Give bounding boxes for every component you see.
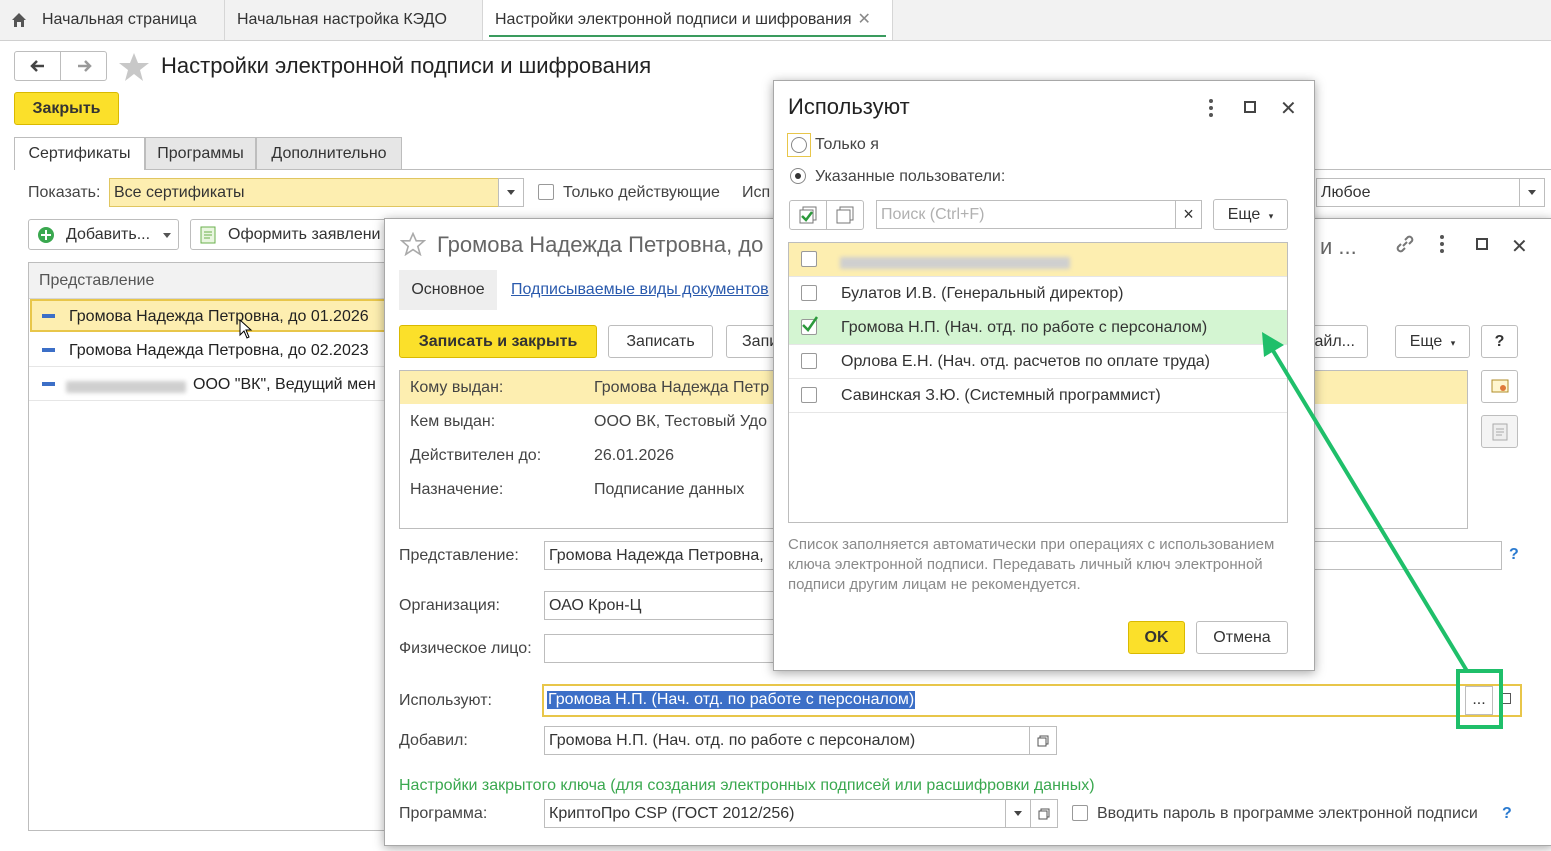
annotation-highlight-box — [1456, 669, 1503, 729]
annotation-arrow-line — [1267, 342, 1469, 673]
annotation-overlay — [1262, 332, 1503, 729]
